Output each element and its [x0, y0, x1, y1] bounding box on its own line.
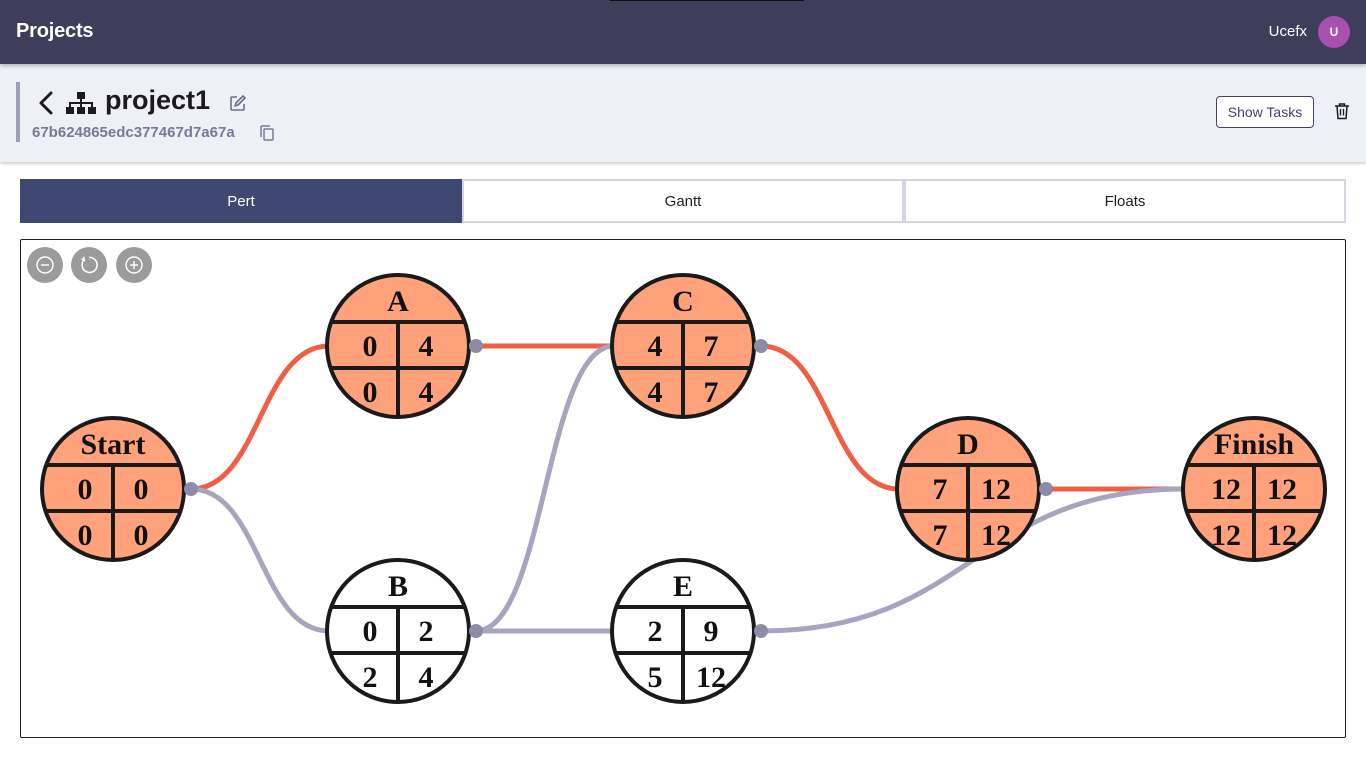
- back-arrow-icon[interactable]: [37, 90, 55, 116]
- node-late-finish: 0: [134, 519, 149, 552]
- zoom-out-button[interactable]: [27, 247, 63, 283]
- project-name: project1: [105, 85, 211, 115]
- edge-b-c: [475, 343, 615, 634]
- node-label: E: [673, 570, 693, 603]
- view-tabs: Pert Gantt Floats: [20, 179, 1346, 223]
- node-early-finish: 12: [981, 473, 1011, 506]
- tab-gantt[interactable]: Gantt: [462, 179, 904, 223]
- port-b[interactable]: [469, 624, 483, 638]
- node-early-start: 2: [648, 615, 663, 648]
- pert-node-d[interactable]: D7 127 12: [895, 416, 1041, 562]
- port-c[interactable]: [754, 339, 768, 353]
- node-late-finish: 4: [419, 376, 434, 409]
- node-label: B: [388, 570, 408, 603]
- pert-node-start[interactable]: Start 0 0 0 0: [40, 416, 186, 562]
- port-a[interactable]: [469, 339, 483, 353]
- node-late-finish: 7: [704, 376, 719, 409]
- node-late-start: 2: [363, 661, 378, 694]
- top-app-bar: Projects Ucefx U: [0, 0, 1366, 64]
- edge-start-b: [190, 486, 330, 634]
- reset-zoom-icon: [81, 256, 98, 274]
- node-label: C: [672, 285, 694, 318]
- node-late-finish: 4: [419, 661, 434, 694]
- node-late-start: 0: [78, 519, 93, 552]
- edge-c-d: [760, 343, 900, 492]
- node-label: Start: [81, 428, 146, 461]
- node-label: D: [957, 428, 979, 461]
- pert-diagram-canvas[interactable]: Start 0 0 0 0 A 0 4 0 4 B 0 2 2 4 C 4 7 4 7 E 2 9 5 12 D 7 12 7 12 Fin…: [20, 239, 1346, 738]
- node-late-start: 0: [363, 376, 378, 409]
- node-early-finish: 12: [1267, 473, 1297, 506]
- loading-indicator: [610, 0, 804, 1]
- zoom-out-icon: [36, 256, 54, 274]
- node-late-start: 7: [933, 519, 948, 552]
- port-d[interactable]: [1039, 482, 1053, 496]
- node-early-finish: 9: [704, 615, 719, 648]
- pert-node-c[interactable]: C4 74 7: [610, 273, 756, 419]
- zoom-in-icon: [125, 256, 143, 274]
- node-early-finish: 7: [704, 330, 719, 363]
- pert-node-e[interactable]: E2 9 5 12: [610, 558, 756, 704]
- tab-floats[interactable]: Floats: [904, 179, 1346, 223]
- reset-zoom-button[interactable]: [71, 247, 107, 283]
- node-early-start: 4: [648, 330, 663, 363]
- tab-pert[interactable]: Pert: [20, 179, 462, 223]
- zoom-in-button[interactable]: [116, 247, 152, 283]
- port-start[interactable]: [184, 482, 198, 496]
- node-late-finish: 12: [696, 661, 726, 694]
- trash-icon[interactable]: [1334, 102, 1350, 120]
- node-late-start: 4: [648, 376, 663, 409]
- edit-icon[interactable]: [229, 94, 247, 112]
- node-late-start: 5: [648, 661, 663, 694]
- port-e[interactable]: [754, 624, 768, 638]
- copy-icon[interactable]: [260, 125, 274, 141]
- show-tasks-button[interactable]: Show Tasks: [1216, 96, 1314, 128]
- pert-graph[interactable]: Start0 00 0A0 40 4B0 22 4C4 74 7E2 95 12D7 127 12Fin…: [21, 240, 1346, 738]
- project-id: 67b624865edc377467d7a67a: [32, 124, 235, 141]
- pert-node-finish[interactable]: Finish 12 12 12 12: [1181, 416, 1327, 562]
- project-header: project1 67b624865edc377467d7a67a Show T…: [0, 64, 1366, 162]
- pert-node-b[interactable]: B0 2 2 4: [325, 558, 471, 704]
- edge-start-a: [190, 343, 330, 492]
- node-label: A: [387, 285, 409, 318]
- hierarchy-icon: [66, 92, 96, 114]
- node-late-finish: 12: [1267, 519, 1297, 552]
- node-early-finish: 0: [134, 473, 149, 506]
- node-early-start: 12: [1211, 473, 1241, 506]
- app-title[interactable]: Projects: [16, 20, 94, 43]
- node-label: Finish: [1214, 428, 1294, 461]
- node-early-start: 0: [363, 615, 378, 648]
- node-late-start: 12: [1211, 519, 1241, 552]
- node-early-start: 7: [933, 473, 948, 506]
- avatar[interactable]: U: [1318, 16, 1350, 48]
- pert-node-a[interactable]: A0 40 4: [325, 273, 471, 419]
- user-name[interactable]: Ucefx: [1269, 23, 1307, 40]
- node-early-start: 0: [363, 330, 378, 363]
- node-early-finish: 4: [419, 330, 434, 363]
- node-early-finish: 2: [419, 615, 434, 648]
- header-accent-bar: [16, 82, 20, 142]
- node-early-start: 0: [78, 473, 93, 506]
- node-late-finish: 12: [981, 519, 1011, 552]
